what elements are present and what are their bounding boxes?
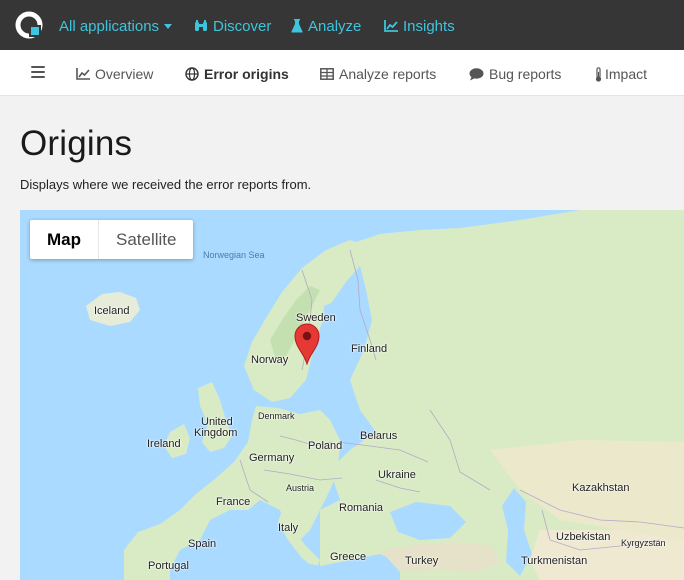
tab-error-origins[interactable]: Error origins [185, 65, 289, 83]
tab-overview-label: Overview [95, 66, 154, 82]
tab-analyze-reports-label: Analyze reports [339, 66, 437, 82]
map-label-spain: Spain [188, 538, 217, 550]
map-label-norwegian-sea: Norwegian Sea [203, 250, 265, 260]
map-label-germany: Germany [249, 452, 295, 464]
map-label-ireland: Ireland [147, 438, 181, 450]
map-label-poland: Poland [308, 440, 343, 452]
map-label-turkey: Turkey [405, 555, 439, 567]
map-label-kyrgyzstan: Kyrgyzstan [621, 538, 666, 548]
binoculars-icon [195, 20, 207, 31]
map-type-satellite-button[interactable]: Satellite [99, 220, 193, 259]
all-applications-label: All applications [59, 17, 160, 35]
flask-icon [291, 19, 303, 33]
location-marker-icon[interactable] [293, 323, 321, 365]
map-label-greece: Greece [330, 551, 367, 563]
map-background [86, 210, 684, 580]
map-label-denmark: Denmark [258, 411, 295, 421]
tab-impact-label: Impact [605, 66, 648, 82]
map-label-france: France [216, 496, 251, 508]
nav-discover[interactable]: Discover [194, 16, 271, 36]
map-label-ukraine: Ukraine [378, 469, 416, 481]
map-type-control: Map Satellite [30, 220, 194, 259]
map-label-turkmenistan: Turkmenistan [521, 555, 588, 567]
table-icon [320, 68, 334, 80]
map-label-uzbekistan: Uzbekistan [556, 531, 611, 543]
tab-impact[interactable]: Impact [595, 65, 647, 83]
line-chart-icon [384, 20, 398, 32]
map-label-finland: Finland [351, 343, 388, 355]
origins-map[interactable]: Map Satellite Norwegian Sea Iceland Swed… [20, 210, 684, 580]
map-label-norway: Norway [251, 354, 289, 366]
map-label-iceland: Iceland [94, 305, 130, 317]
hamburger-menu-icon[interactable] [31, 66, 45, 78]
map-label-romania: Romania [339, 502, 384, 514]
nav-insights-label: Insights [403, 17, 455, 35]
map-type-map-button[interactable]: Map [30, 220, 99, 259]
map-label-austria: Austria [286, 483, 315, 493]
thermometer-icon [595, 66, 602, 82]
map-label-portugal: Portugal [148, 560, 189, 572]
page-title: Origins [20, 124, 133, 163]
nav-analyze[interactable]: Analyze [291, 16, 361, 36]
tab-analyze-reports[interactable]: Analyze reports [320, 65, 436, 83]
map-label-kazakhstan: Kazakhstan [572, 482, 630, 494]
map-label-kingdom: Kingdom [194, 427, 238, 439]
top-navbar: All applications Discover Analyze Insigh… [0, 0, 684, 50]
tab-bug-reports-label: Bug reports [489, 66, 562, 82]
line-chart-icon [76, 68, 90, 80]
globe-icon [185, 67, 199, 81]
tab-bug-reports[interactable]: Bug reports [469, 65, 561, 83]
page-description: Displays where we received the error rep… [20, 177, 312, 192]
nav-analyze-label: Analyze [308, 17, 362, 35]
app-logo-icon[interactable] [15, 11, 43, 39]
all-applications-dropdown[interactable]: All applications [59, 16, 173, 36]
nav-discover-label: Discover [213, 17, 272, 35]
nav-insights[interactable]: Insights [384, 16, 455, 36]
tab-overview[interactable]: Overview [76, 65, 153, 83]
caret-down-icon [164, 23, 173, 29]
map-label-belarus: Belarus [360, 430, 398, 442]
speech-bubble-icon [469, 67, 484, 80]
map-label-italy: Italy [278, 522, 299, 534]
tab-error-origins-label: Error origins [204, 66, 289, 82]
